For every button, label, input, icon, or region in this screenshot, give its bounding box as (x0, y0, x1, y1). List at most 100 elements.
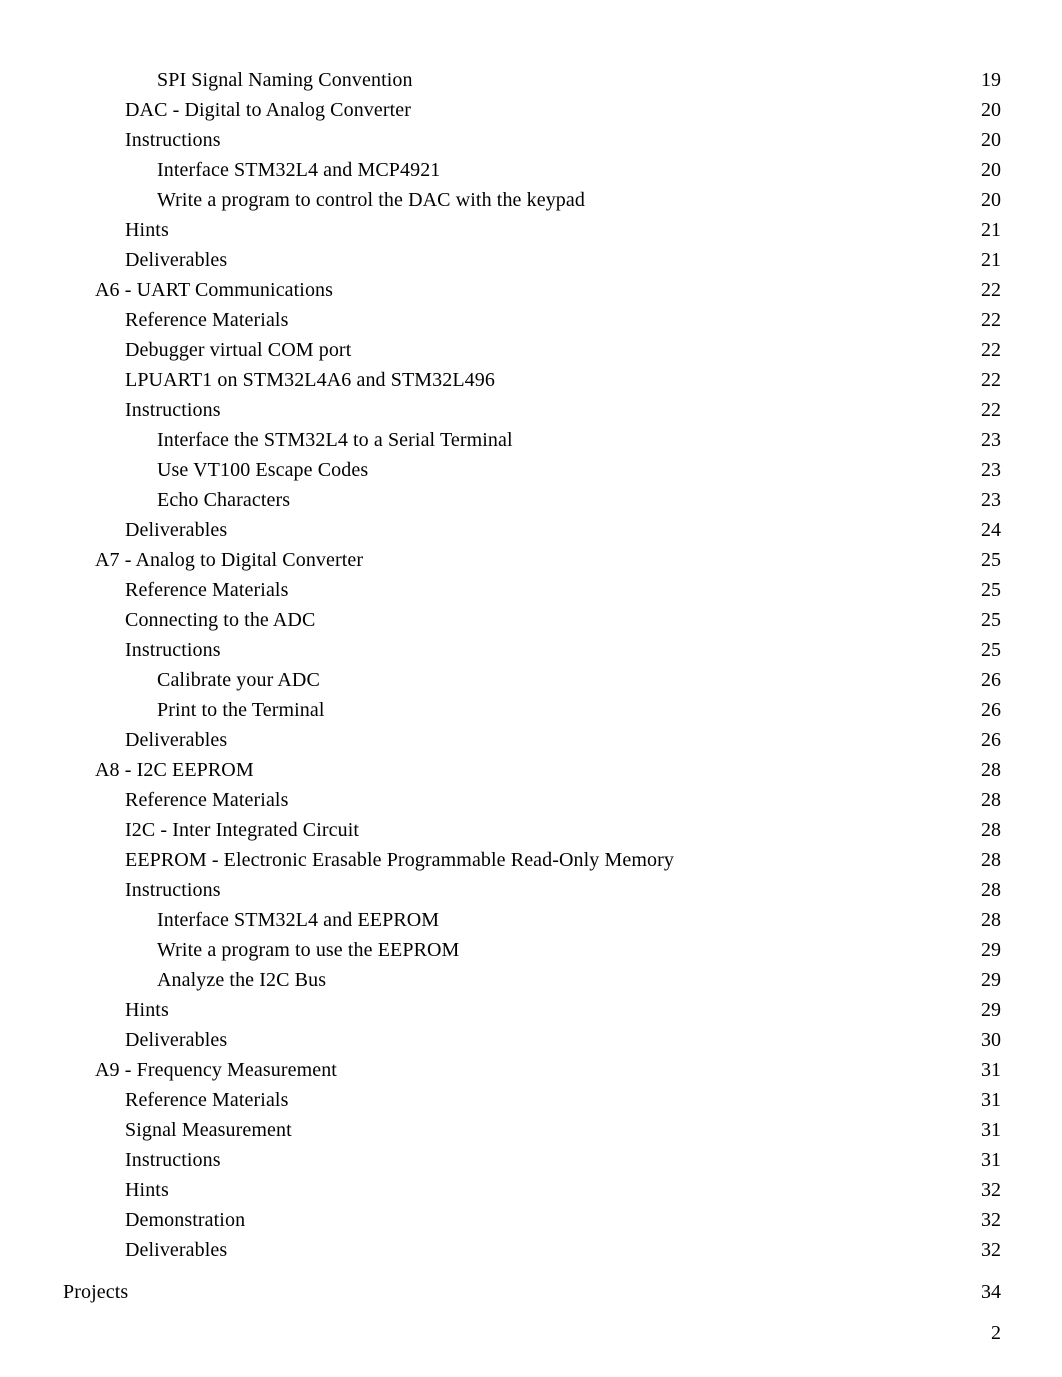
toc-entry[interactable]: Reference Materials 31 (0, 1085, 1062, 1115)
footer-page-number: 2 (991, 1322, 1001, 1344)
toc-entry-page-number: 28 (981, 909, 1001, 931)
toc-entry-title: Deliverables (125, 249, 228, 271)
toc-entry[interactable]: Analyze the I2C Bus 29 (0, 965, 1062, 995)
toc-entry-title: Projects (63, 1281, 129, 1303)
toc-entry-title: Instructions (125, 399, 221, 421)
toc-entry-page-number: 22 (981, 399, 1001, 421)
toc-entry[interactable]: Use VT100 Escape Codes 23 (0, 455, 1062, 485)
toc-entry[interactable]: Projects 34 (0, 1277, 1062, 1307)
toc-entry-page-number: 32 (981, 1239, 1001, 1261)
toc-entry-title: Interface the STM32L4 to a Serial Termin… (157, 429, 513, 451)
toc-entry[interactable]: I2C - Inter Integrated Circuit 28 (0, 815, 1062, 845)
toc-entry-page-number: 22 (981, 369, 1001, 391)
toc-entry[interactable]: Connecting to the ADC 25 (0, 605, 1062, 635)
toc-entry[interactable]: Deliverables 30 (0, 1025, 1062, 1055)
toc-entry-title: Interface STM32L4 and EEPROM (157, 909, 440, 931)
toc-entry[interactable]: Reference Materials 28 (0, 785, 1062, 815)
toc-entry-title: Deliverables (125, 1029, 228, 1051)
toc-entry[interactable]: Hints 21 (0, 215, 1062, 245)
toc-entry-title: Write a program to control the DAC with … (157, 189, 585, 211)
toc-entry-title: Echo Characters (157, 489, 291, 511)
toc-entry[interactable]: Demonstration 32 (0, 1205, 1062, 1235)
page-footer: 2 (0, 1318, 1062, 1348)
toc-entry-title: Hints (125, 219, 169, 241)
toc-entry-page-number: 22 (981, 339, 1001, 361)
toc-entry-title: Deliverables (125, 729, 228, 751)
toc-entry-title: Instructions (125, 1149, 221, 1171)
toc-entry-title: Debugger virtual COM port (125, 339, 352, 361)
toc-entry-page-number: 28 (981, 819, 1001, 841)
table-of-contents-list: SPI Signal Naming Convention 19 DAC - Digi… (0, 65, 1062, 1307)
toc-entry[interactable]: A9 - Frequency Measurement 31 (0, 1055, 1062, 1085)
toc-entry-title: Reference Materials (125, 1089, 289, 1111)
toc-entry[interactable]: DAC - Digital to Analog Converter 20 (0, 95, 1062, 125)
toc-entry[interactable]: Write a program to use the EEPROM 29 (0, 935, 1062, 965)
toc-entry[interactable]: Hints 32 (0, 1175, 1062, 1205)
toc-entry-title: EEPROM - Electronic Erasable Programmabl… (125, 849, 674, 871)
toc-entry-title: SPI Signal Naming Convention (157, 69, 413, 91)
toc-entry[interactable]: Hints 29 (0, 995, 1062, 1025)
toc-entry[interactable]: Deliverables 32 (0, 1235, 1062, 1265)
toc-entry-title: LPUART1 on STM32L4A6 and STM32L496 (125, 369, 495, 391)
toc-entry[interactable]: SPI Signal Naming Convention 19 (0, 65, 1062, 95)
toc-entry-title: Reference Materials (125, 789, 289, 811)
toc-entry-title: Reference Materials (125, 579, 289, 601)
toc-entry-page-number: 21 (981, 219, 1001, 241)
toc-entry[interactable]: Interface the STM32L4 to a Serial Termin… (0, 425, 1062, 455)
toc-entry-title: Interface STM32L4 and MCP4921 (157, 159, 441, 181)
toc-entry[interactable]: Deliverables 21 (0, 245, 1062, 275)
toc-entry[interactable]: Reference Materials 25 (0, 575, 1062, 605)
toc-entry[interactable]: Instructions 22 (0, 395, 1062, 425)
toc-entry-title: Hints (125, 1179, 169, 1201)
toc-entry[interactable]: Interface STM32L4 and MCP4921 20 (0, 155, 1062, 185)
toc-entry-title: Instructions (125, 129, 221, 151)
toc-entry-title: Connecting to the ADC (125, 609, 316, 631)
toc-entry-title: Hints (125, 999, 169, 1021)
toc-entry[interactable]: Signal Measurement 31 (0, 1115, 1062, 1145)
toc-entry-page-number: 34 (981, 1281, 1001, 1303)
toc-entry[interactable]: Interface STM32L4 and EEPROM 28 (0, 905, 1062, 935)
toc-entry-page-number: 25 (981, 609, 1001, 631)
toc-entry-page-number: 28 (981, 759, 1001, 781)
toc-entry[interactable]: Echo Characters 23 (0, 485, 1062, 515)
toc-entry-page-number: 26 (981, 729, 1001, 751)
toc-entry-title: A6 - UART Communications (95, 279, 334, 301)
toc-entry-title: Deliverables (125, 519, 228, 541)
toc-entry-page-number: 20 (981, 129, 1001, 151)
toc-entry-page-number: 23 (981, 489, 1001, 511)
toc-entry-page-number: 29 (981, 939, 1001, 961)
toc-entry[interactable]: A6 - UART Communications 22 (0, 275, 1062, 305)
toc-entry[interactable]: Debugger virtual COM port 22 (0, 335, 1062, 365)
toc-entry[interactable]: Instructions 31 (0, 1145, 1062, 1175)
toc-entry-title: Print to the Terminal (157, 699, 325, 721)
toc-entry[interactable]: EEPROM - Electronic Erasable Programmabl… (0, 845, 1062, 875)
toc-entry[interactable]: Deliverables 26 (0, 725, 1062, 755)
toc-entry[interactable]: Calibrate your ADC 26 (0, 665, 1062, 695)
toc-entry-page-number: 32 (981, 1179, 1001, 1201)
toc-entry[interactable]: Instructions 28 (0, 875, 1062, 905)
toc-entry-page-number: 29 (981, 999, 1001, 1021)
toc-entry-title: Signal Measurement (125, 1119, 292, 1141)
toc-entry[interactable]: Deliverables 24 (0, 515, 1062, 545)
toc-entry-page-number: 31 (981, 1119, 1001, 1141)
toc-entry-page-number: 26 (981, 669, 1001, 691)
toc-entry-page-number: 28 (981, 879, 1001, 901)
toc-entry-title: Instructions (125, 639, 221, 661)
toc-entry-page-number: 25 (981, 639, 1001, 661)
toc-entry[interactable]: Instructions 20 (0, 125, 1062, 155)
toc-entry[interactable]: Print to the Terminal 26 (0, 695, 1062, 725)
toc-entry-page-number: 25 (981, 579, 1001, 601)
toc-entry-title: Demonstration (125, 1209, 246, 1231)
toc-entry[interactable]: A7 - Analog to Digital Converter 25 (0, 545, 1062, 575)
toc-entry-page-number: 22 (981, 309, 1001, 331)
toc-entry[interactable]: Reference Materials 22 (0, 305, 1062, 335)
toc-entry-title: A8 - I2C EEPROM (95, 759, 254, 781)
toc-entry[interactable]: LPUART1 on STM32L4A6 and STM32L496 22 (0, 365, 1062, 395)
toc-entry-page-number: 21 (981, 249, 1001, 271)
toc-entry[interactable]: A8 - I2C EEPROM 28 (0, 755, 1062, 785)
document-page: SPI Signal Naming Convention 19 DAC - Digi… (0, 0, 1062, 1377)
toc-entry[interactable]: Instructions 25 (0, 635, 1062, 665)
toc-entry-page-number: 19 (981, 69, 1001, 91)
toc-entry[interactable]: Write a program to control the DAC with … (0, 185, 1062, 215)
toc-entry-page-number: 25 (981, 549, 1001, 571)
